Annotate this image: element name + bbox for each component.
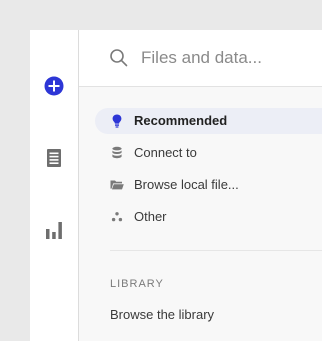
menu-item-label: Browse local file... xyxy=(134,177,239,192)
menu-item-label: Connect to xyxy=(134,145,197,160)
menu-item-label: Other xyxy=(134,209,167,224)
dots-icon xyxy=(111,212,123,222)
add-circle-icon xyxy=(44,76,64,96)
add-button[interactable] xyxy=(42,74,66,98)
left-sidebar xyxy=(30,30,79,341)
lightbulb-icon xyxy=(112,114,122,128)
document-icon xyxy=(47,149,61,167)
menu-item-connect-to[interactable]: Connect to xyxy=(95,140,322,166)
database-icon xyxy=(112,146,122,159)
menu-item-other[interactable]: Other xyxy=(95,204,322,230)
menu-item-browse-local-file[interactable]: Browse local file... xyxy=(95,172,322,198)
folder-open-icon xyxy=(110,180,124,190)
menu-item-recommended[interactable]: Recommended xyxy=(95,108,322,134)
library-heading: LIBRARY xyxy=(110,278,164,290)
bar-chart-icon xyxy=(46,222,62,239)
search-icon xyxy=(110,49,128,67)
data-source-panel: Recommended Connect to Browse local file… xyxy=(79,30,322,341)
browse-library-link[interactable]: Browse the library xyxy=(110,307,214,322)
search-input[interactable] xyxy=(141,44,317,72)
documents-button[interactable] xyxy=(42,146,66,170)
analytics-button[interactable] xyxy=(42,218,66,242)
search-bar xyxy=(79,30,322,87)
divider xyxy=(110,250,322,251)
menu-item-label: Recommended xyxy=(134,113,228,128)
